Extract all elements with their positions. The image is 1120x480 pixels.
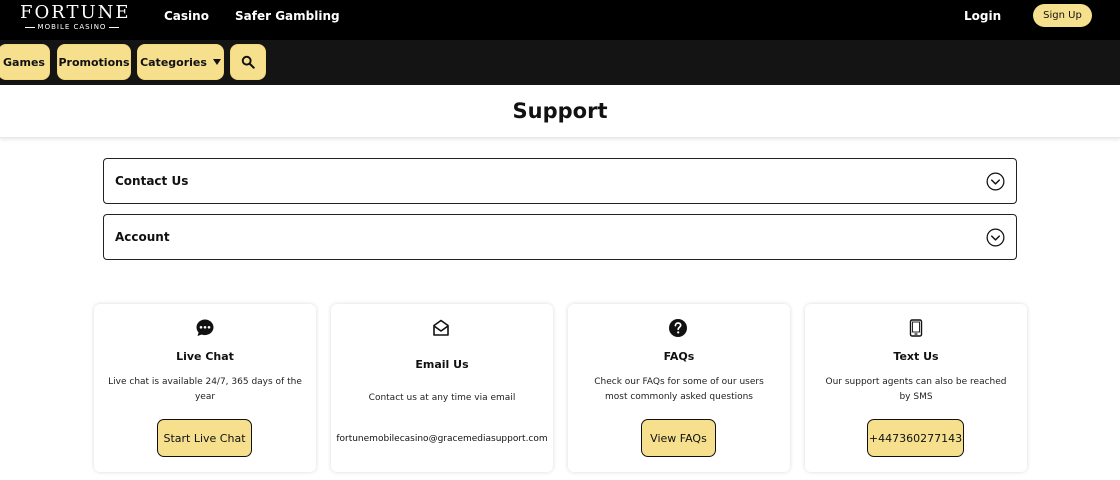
- accordion-label: Contact Us: [115, 174, 189, 188]
- card-description: Our support agents can also be reached b…: [825, 377, 1007, 402]
- categories-dropdown-label: Categories: [140, 55, 207, 69]
- card-title: Text Us: [893, 350, 939, 363]
- logo-tagline: MOBILE CASINO: [20, 22, 124, 32]
- faqs-card: FAQs Check our FAQs for some of our user…: [568, 304, 790, 472]
- view-faqs-button[interactable]: View FAQs: [641, 419, 716, 457]
- games-button-label: Games: [3, 55, 45, 69]
- accordion-account[interactable]: Account: [103, 214, 1017, 260]
- brand-logo[interactable]: FORTUNE MOBILE CASINO: [20, 2, 131, 36]
- question-circle-icon: [669, 319, 687, 337]
- envelope-icon: [433, 319, 449, 336]
- support-email-link[interactable]: fortunemobilecasino@gracemediasupport.co…: [331, 433, 553, 446]
- nav-link-safer-gambling[interactable]: Safer Gambling: [235, 9, 340, 23]
- caret-down-icon: [212, 59, 221, 65]
- card-title: Live Chat: [176, 350, 234, 363]
- accordion-contact-us[interactable]: Contact Us: [103, 158, 1017, 204]
- logo-wordmark: FORTUNE: [20, 2, 131, 23]
- categories-dropdown[interactable]: Categories: [137, 44, 224, 80]
- search-button[interactable]: [230, 44, 266, 80]
- live-chat-card: Live Chat Live chat is available 24/7, 3…: [94, 304, 316, 472]
- email-us-card: Email Us Contact us at any time via emai…: [331, 304, 553, 472]
- sms-number-button[interactable]: +447360277143: [867, 419, 964, 457]
- card-title: FAQs: [663, 350, 695, 363]
- mobile-phone-icon: [909, 319, 923, 337]
- chevron-down-circle-icon: [986, 172, 1005, 191]
- games-button[interactable]: Games: [0, 44, 50, 80]
- card-title: Email Us: [415, 358, 469, 371]
- page-title: Support: [512, 99, 608, 123]
- start-live-chat-button[interactable]: Start Live Chat: [157, 419, 252, 457]
- card-description: Check our FAQs for some of our users mos…: [594, 377, 764, 402]
- card-description: Live chat is available 24/7, 365 days of…: [108, 377, 302, 402]
- chat-bubble-icon: [196, 319, 214, 336]
- accordion-label: Account: [115, 230, 170, 244]
- text-us-card: Text Us Our support agents can also be r…: [805, 304, 1027, 472]
- chevron-down-circle-icon: [986, 228, 1005, 247]
- promotions-button-label: Promotions: [58, 55, 130, 69]
- login-link[interactable]: Login: [964, 9, 1001, 23]
- promotions-button[interactable]: Promotions: [57, 44, 131, 80]
- card-description: Contact us at any time via email: [368, 393, 516, 403]
- search-icon: [241, 55, 255, 69]
- sign-up-button[interactable]: Sign Up: [1033, 4, 1092, 27]
- nav-link-casino[interactable]: Casino: [164, 9, 209, 23]
